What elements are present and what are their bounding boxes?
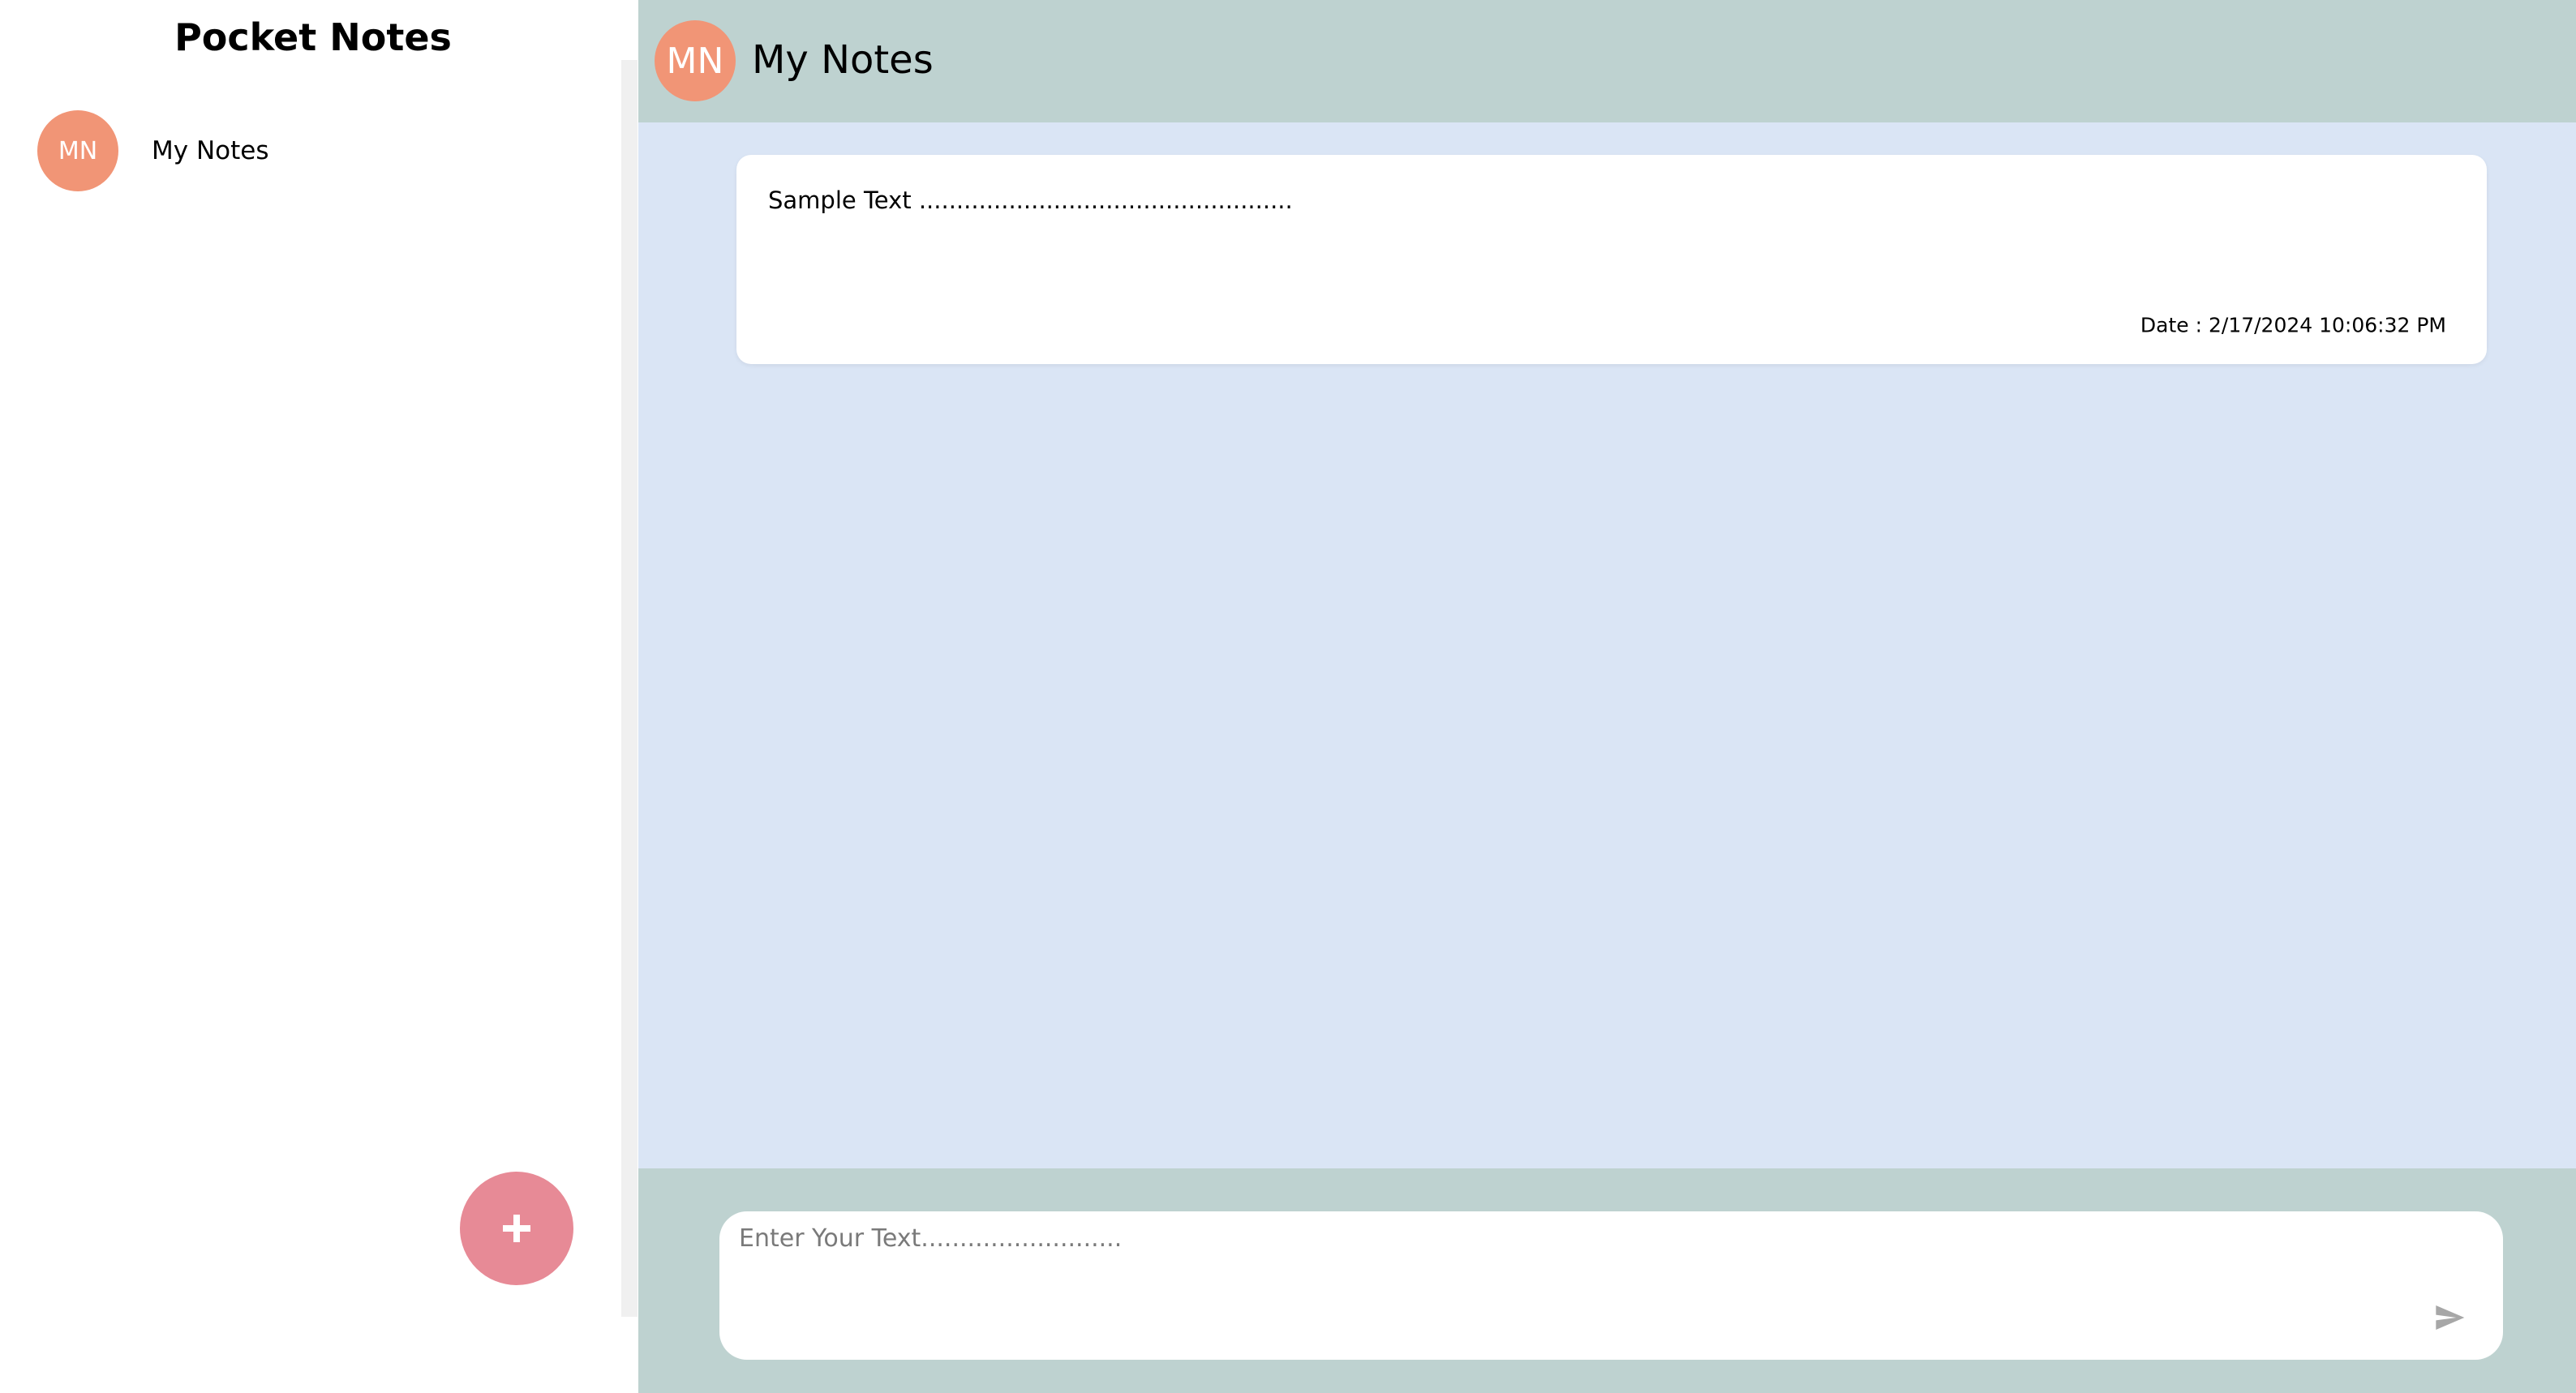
note-card: Sample Text ............................… [736, 155, 2487, 364]
sidebar-scrollbar[interactable] [621, 60, 638, 1317]
notes-title: My Notes [752, 37, 934, 83]
notes-header: MN My Notes [638, 0, 2576, 122]
group-avatar-initials: MN [58, 136, 98, 165]
note-date: Date : 2/17/2024 10:06:32 PM [2140, 313, 2446, 337]
header-avatar: MN [655, 20, 736, 101]
group-avatar: MN [37, 110, 118, 191]
note-composer [638, 1168, 2576, 1393]
notes-panel: MN My Notes Sample Text ................… [638, 0, 2576, 1393]
group-list: MN My Notes [0, 102, 621, 199]
pocket-notes-app: Pocket Notes MN My Notes MN My Notes Sam… [0, 0, 2576, 1393]
composer-box [719, 1211, 2503, 1360]
note-text: Sample Text ............................… [768, 186, 1293, 214]
header-avatar-initials: MN [666, 40, 724, 82]
notes-list: Sample Text ............................… [638, 122, 2576, 1168]
app-title: Pocket Notes [174, 15, 452, 59]
group-name: My Notes [152, 136, 269, 165]
send-button[interactable] [2431, 1299, 2468, 1336]
sidebar: Pocket Notes MN My Notes [0, 0, 638, 1393]
plus-icon [503, 1215, 530, 1242]
send-icon [2436, 1305, 2465, 1330]
add-group-button[interactable] [460, 1172, 573, 1285]
group-item-my-notes[interactable]: MN My Notes [0, 102, 621, 199]
note-input[interactable] [739, 1223, 2426, 1344]
